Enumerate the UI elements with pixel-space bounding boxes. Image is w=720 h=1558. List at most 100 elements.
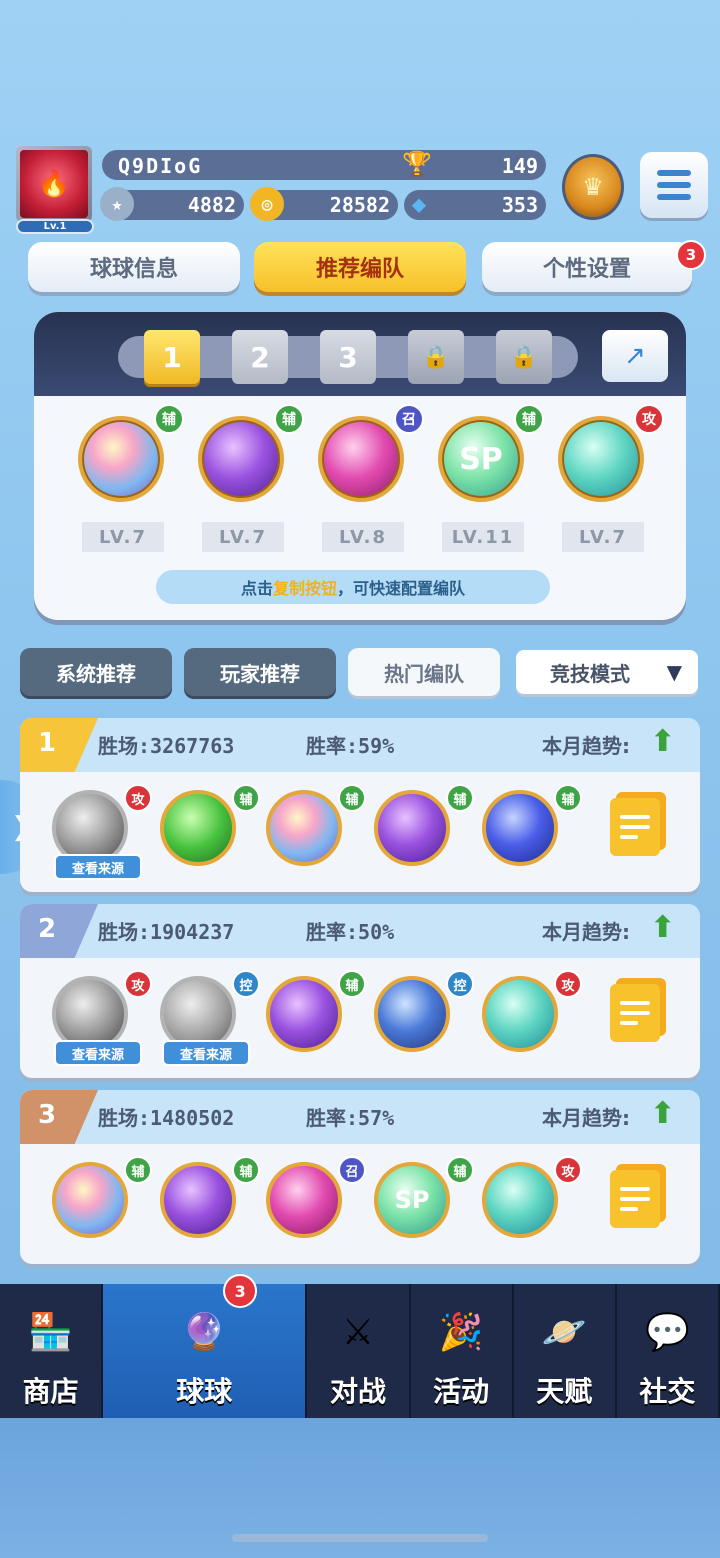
ball-level: LV.7 <box>562 522 644 552</box>
team-ball-2[interactable] <box>198 416 284 502</box>
team-ball[interactable] <box>482 1162 558 1238</box>
fire-icon: 🔥 <box>20 150 88 218</box>
trophy-count: 149 <box>501 154 538 178</box>
monthly-trend-label: 本月趋势: <box>542 920 630 944</box>
ball-glyph <box>322 420 400 498</box>
ranking-card: 3 胜场:1480502 胜率:57% 本月趋势: ⬆ 辅 辅 召 SP 辅 攻 <box>20 1090 700 1264</box>
team-ball[interactable] <box>266 1162 342 1238</box>
home-indicator[interactable] <box>232 1534 488 1542</box>
team-ball[interactable] <box>266 790 342 866</box>
ball-role-tag: 辅 <box>154 404 184 434</box>
team-ball[interactable] <box>160 1162 236 1238</box>
ball-role-tag: 辅 <box>338 784 366 812</box>
win-count: 胜场:1480502 <box>98 1106 235 1130</box>
gem-amount: 353 <box>501 193 538 217</box>
nav-shop[interactable]: 🏪 商店 <box>0 1284 104 1418</box>
nav-label: 商店 <box>22 1375 79 1408</box>
planet-icon: 🪐 <box>541 1312 587 1353</box>
monthly-trend-label: 本月趋势: <box>542 1106 630 1130</box>
win-count: 胜场:1904237 <box>98 920 235 944</box>
ball-glyph: SP <box>459 441 503 477</box>
team-ball[interactable] <box>160 790 236 866</box>
ball-role-tag: 召 <box>338 1156 366 1184</box>
team-ball[interactable] <box>482 790 558 866</box>
trend-up-arrow-icon: ⬆ <box>650 910 676 945</box>
ball-role-tag: 辅 <box>124 1156 152 1184</box>
ball-glyph <box>202 420 280 498</box>
ball-glyph <box>486 1166 554 1234</box>
team-ball[interactable]: SP <box>374 1162 450 1238</box>
system-recommend-button[interactable]: 系统推荐 <box>20 648 172 696</box>
copy-team-icon[interactable] <box>610 1170 660 1228</box>
bottom-nav: 🏪 商店 🔮 球球 3 ⚔ 对战 🎉 活动 🪐 天赋 💬 社交 <box>0 1274 720 1418</box>
team-ball-1[interactable] <box>78 416 164 502</box>
locked-slot-lock-icon[interactable]: 🔒 <box>408 330 464 384</box>
copy-team-icon[interactable] <box>610 798 660 856</box>
locked-slot-lock-icon[interactable]: 🔒 <box>496 330 552 384</box>
nav-planet[interactable]: 🪐 天赋 <box>514 1284 617 1418</box>
team-slot-3[interactable]: 3 <box>320 330 376 384</box>
win-rate: 胜率:50% <box>306 920 395 944</box>
ball-glyph <box>56 980 124 1048</box>
player-recommend-button[interactable]: 玩家推荐 <box>184 648 336 696</box>
gem-currency[interactable]: ◆ 353 <box>404 190 546 220</box>
tip-text-1: 点击 <box>240 579 273 598</box>
ball-role-tag: 辅 <box>446 1156 474 1184</box>
ball-role-tag: 攻 <box>554 1156 582 1184</box>
rank-number: 3 <box>20 1090 98 1144</box>
view-source-button[interactable]: 查看来源 <box>162 1040 250 1066</box>
ball-role-tag: 辅 <box>274 404 304 434</box>
team-ball[interactable] <box>266 976 342 1052</box>
team-ball[interactable] <box>374 790 450 866</box>
hot-team-button[interactable]: 热门编队 <box>348 648 500 696</box>
ball-glyph <box>486 794 554 862</box>
rank-number: 1 <box>20 718 98 772</box>
nav-label: 对战 <box>329 1375 386 1408</box>
nav-swords[interactable]: ⚔ 对战 <box>307 1284 411 1418</box>
win-rate: 胜率:57% <box>306 1106 395 1130</box>
nav-chat[interactable]: 💬 社交 <box>617 1284 720 1418</box>
gold-amount: 28582 <box>329 193 390 217</box>
team-slot-1[interactable]: 1 <box>144 330 200 384</box>
share-icon[interactable]: ↗ <box>602 330 668 382</box>
ball-glyph <box>164 794 232 862</box>
nav-label: 球球 <box>176 1375 233 1408</box>
tab-personal-settings[interactable]: 个性设置 <box>482 242 692 292</box>
ball-glyph <box>82 420 160 498</box>
menu-button[interactable] <box>640 152 708 218</box>
ball-glyph <box>486 980 554 1048</box>
player-avatar[interactable]: 🔥 <box>16 146 92 222</box>
team-panel-header: 1 2 3 🔒 🔒 ↗ <box>34 312 686 396</box>
ball-level: LV.7 <box>202 522 284 552</box>
star-amount: 4882 <box>187 193 236 217</box>
view-source-button[interactable]: 查看来源 <box>54 854 142 880</box>
view-source-button[interactable]: 查看来源 <box>54 1040 142 1066</box>
gold-currency[interactable]: ◎ 28582 <box>250 187 398 221</box>
nav-ball[interactable]: 🔮 球球 3 <box>103 1274 308 1418</box>
tab-recommended-team[interactable]: 推荐编队 <box>254 242 466 292</box>
gold-coin-icon: ◎ <box>250 187 284 221</box>
team-ball[interactable] <box>374 976 450 1052</box>
ball-role-tag: 攻 <box>554 970 582 998</box>
team-ball[interactable] <box>482 976 558 1052</box>
ball-role-tag: 召 <box>394 404 424 434</box>
rank-badge-icon[interactable]: ♛ <box>562 154 624 220</box>
ball-level: LV.11 <box>442 522 524 552</box>
team-ball-4[interactable]: SP <box>438 416 524 502</box>
ball-role-tag: 攻 <box>634 404 664 434</box>
team-ball-5[interactable] <box>558 416 644 502</box>
dropdown-arrow-icon: ▼ <box>666 660 682 684</box>
team-slot-2[interactable]: 2 <box>232 330 288 384</box>
tab-ball-info[interactable]: 球球信息 <box>28 242 240 292</box>
mode-dropdown[interactable]: 竞技模式 ▼ <box>516 650 698 694</box>
ball-role-tag: 攻 <box>124 970 152 998</box>
ball-icon: 🔮 <box>181 1312 227 1353</box>
nav-party[interactable]: 🎉 活动 <box>411 1284 514 1418</box>
team-ball-3[interactable] <box>318 416 404 502</box>
team-ball[interactable] <box>52 1162 128 1238</box>
star-currency[interactable]: ★ 4882 <box>100 187 244 221</box>
copy-team-icon[interactable] <box>610 984 660 1042</box>
star-coin-icon: ★ <box>100 187 134 221</box>
nav-label: 活动 <box>433 1375 490 1408</box>
player-name-bar: Q9DIoG 🏆 149 <box>102 150 546 180</box>
